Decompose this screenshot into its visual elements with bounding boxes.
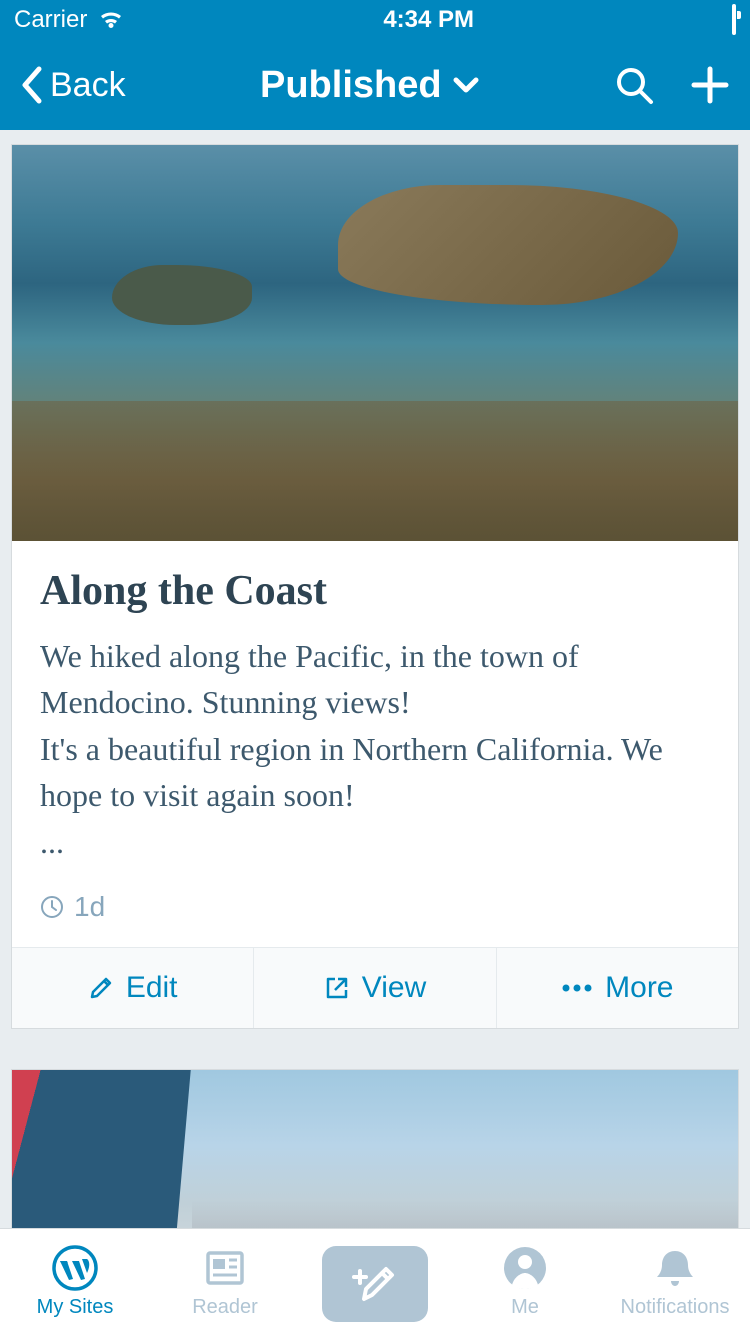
chevron-left-icon xyxy=(20,65,44,105)
back-button[interactable]: Back xyxy=(20,65,126,105)
more-button[interactable]: More xyxy=(497,948,738,1028)
nav-title: Published xyxy=(260,64,442,107)
tab-label: Me xyxy=(511,1296,539,1319)
reader-icon xyxy=(202,1244,248,1292)
tab-label: Reader xyxy=(192,1296,258,1319)
carrier-label: Carrier xyxy=(14,6,87,34)
filter-dropdown[interactable]: Published xyxy=(126,64,614,107)
wifi-icon xyxy=(97,9,125,31)
back-label: Back xyxy=(50,66,126,105)
tab-notifications[interactable]: Notifications xyxy=(600,1229,750,1334)
compose-icon xyxy=(350,1259,400,1309)
battery-icon xyxy=(732,6,736,34)
post-title: Along the Coast xyxy=(40,567,710,615)
tab-label: My Sites xyxy=(37,1296,114,1319)
wordpress-icon xyxy=(52,1244,98,1292)
more-label: More xyxy=(605,971,673,1005)
clock-icon xyxy=(40,895,64,919)
pencil-icon xyxy=(88,975,114,1001)
tab-me[interactable]: Me xyxy=(450,1229,600,1334)
post-age: 1d xyxy=(74,891,105,923)
edit-button[interactable]: Edit xyxy=(12,948,254,1028)
external-link-icon xyxy=(324,975,350,1001)
add-button[interactable] xyxy=(690,65,730,105)
ellipsis-icon xyxy=(561,983,593,993)
tab-label: Notifications xyxy=(621,1296,730,1319)
status-time: 4:34 PM xyxy=(125,6,732,34)
view-label: View xyxy=(362,971,426,1005)
post-featured-image xyxy=(12,145,738,541)
post-card[interactable]: Along the Coast We hiked along the Pacif… xyxy=(11,144,739,1029)
post-excerpt: We hiked along the Pacific, in the town … xyxy=(40,633,710,865)
tab-bar: My Sites Reader Me Notifications xyxy=(0,1228,750,1334)
edit-label: Edit xyxy=(126,971,178,1005)
post-card[interactable] xyxy=(11,1069,739,1228)
posts-list[interactable]: Along the Coast We hiked along the Pacif… xyxy=(0,130,750,1228)
post-featured-image xyxy=(12,1070,738,1228)
status-bar: Carrier 4:34 PM xyxy=(0,0,750,40)
tab-compose[interactable] xyxy=(300,1229,450,1334)
tab-my-sites[interactable]: My Sites xyxy=(0,1229,150,1334)
search-button[interactable] xyxy=(614,65,654,105)
tab-reader[interactable]: Reader xyxy=(150,1229,300,1334)
profile-icon xyxy=(502,1244,548,1292)
nav-bar: Back Published xyxy=(0,40,750,130)
bell-icon xyxy=(652,1244,698,1292)
post-meta: 1d xyxy=(40,891,710,923)
chevron-down-icon xyxy=(452,76,480,94)
view-button[interactable]: View xyxy=(254,948,496,1028)
compose-button[interactable] xyxy=(322,1246,428,1322)
post-actions: Edit View More xyxy=(12,947,738,1028)
